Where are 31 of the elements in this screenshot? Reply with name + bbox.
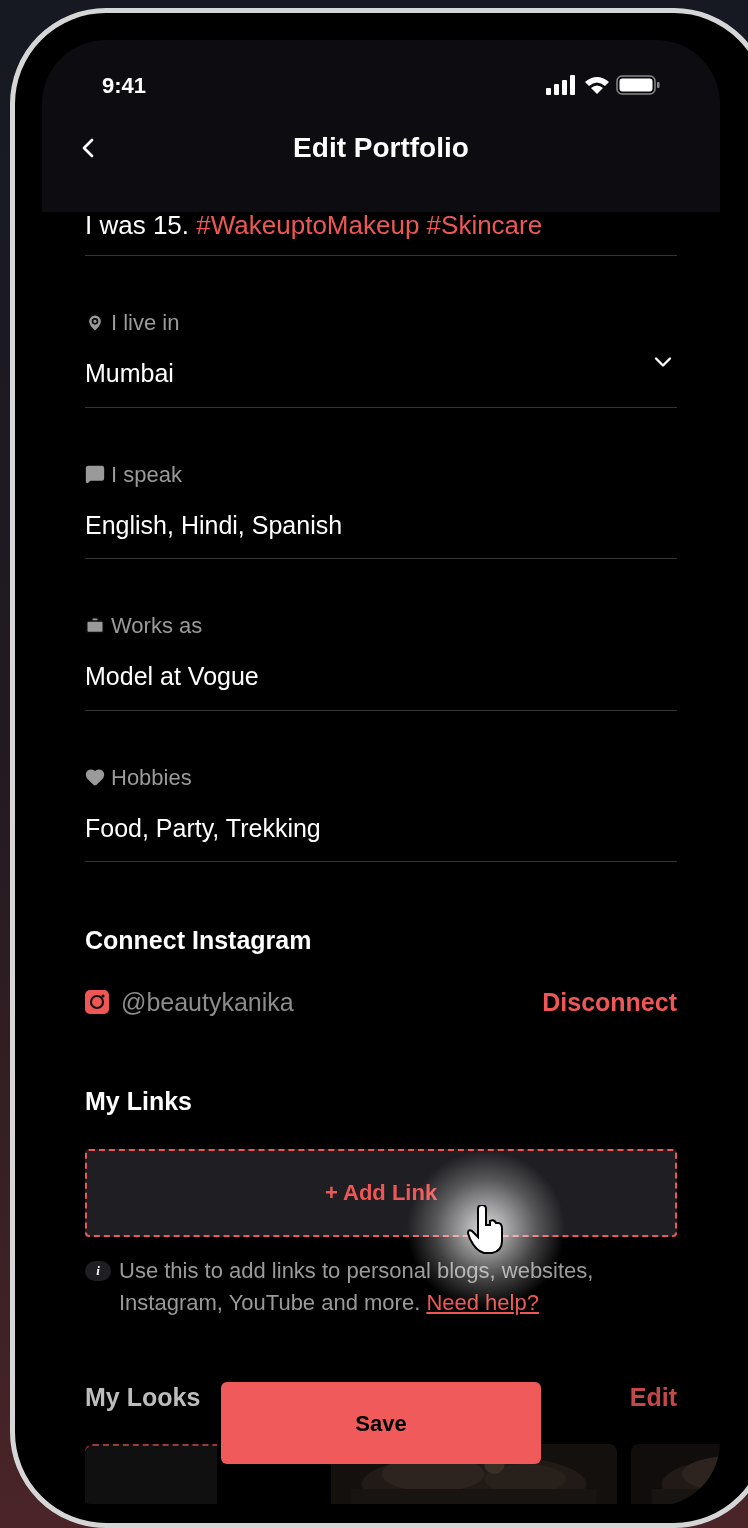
field-value: Model at Vogue [85,661,259,692]
chat-icon [85,464,105,484]
instagram-handle: @beautykanika [121,986,294,1018]
wifi-icon [584,75,610,95]
field-label: I speak [111,460,182,489]
briefcase-icon [85,615,105,636]
section-heading: Connect Instagram [85,925,313,956]
add-link-button[interactable]: + Add Link [85,1148,677,1237]
info-icon: i [85,1260,111,1281]
field-label: Works as [111,612,203,640]
heart-icon [85,767,105,787]
field-value: Mumbai [85,358,174,389]
field-value: English, Hindi, Spanish [85,509,343,541]
bio-text: I was 15. #WakeuptoMakeup #Skincare [85,210,543,240]
location-pin-icon [85,312,105,333]
instagram-icon [85,990,109,1015]
battery-icon [616,75,660,95]
links-hint: Use this to add links to personal blogs, websites, Instagram, YouTube and more. Need help? [119,1256,595,1317]
signal-icon [546,75,578,95]
save-button[interactable]: Save [221,1382,541,1464]
page-title: Edit Portfolio [293,131,469,165]
disconnect-link[interactable]: Disconnect [542,983,677,1021]
help-link[interactable]: Need help? [426,1289,539,1315]
field-value: Food, Party, Trekking [85,812,321,844]
edit-link[interactable]: Edit [629,1378,677,1416]
section-heading: My Looks [85,1381,201,1413]
field-label: Hobbies [111,763,192,792]
section-heading: My Links [85,1086,193,1117]
status-time: 9:41 [102,71,147,100]
hand-cursor-icon [466,1205,506,1255]
field-label: I live in [111,309,180,337]
